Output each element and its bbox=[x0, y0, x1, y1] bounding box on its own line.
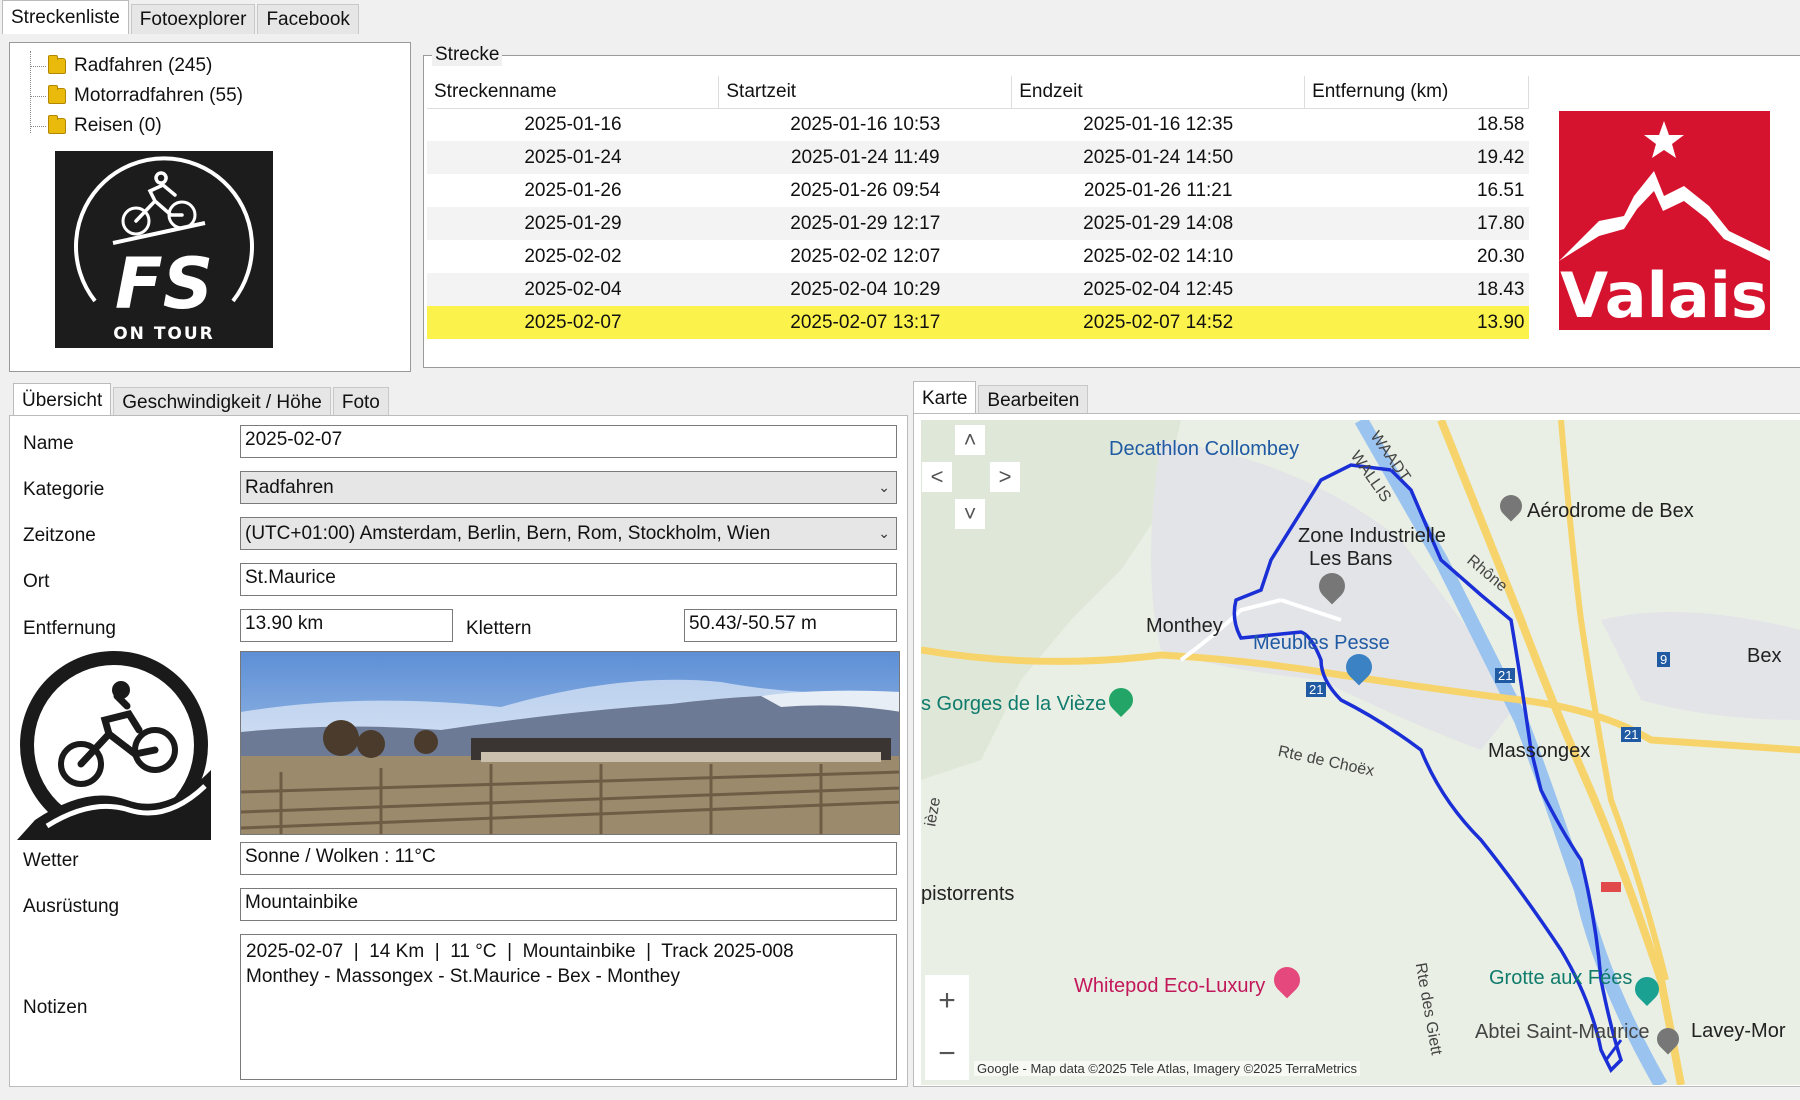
ort-field[interactable]: St.Maurice bbox=[240, 563, 897, 596]
klettern-field[interactable]: 50.43/-50.57 m bbox=[684, 609, 897, 642]
map-label-lavey: Lavey-Mor bbox=[1691, 1020, 1786, 1042]
valais-logo: Valais bbox=[1559, 111, 1770, 332]
mountain-bike-icon bbox=[17, 651, 211, 840]
map-label-whitepod: Whitepod Eco-Luxury bbox=[1074, 975, 1266, 997]
chevron-down-icon: ⌄ bbox=[878, 479, 890, 495]
map-label-massongex: Massongex bbox=[1488, 740, 1591, 762]
map-label-pistorrents: pistorrents bbox=[921, 883, 1015, 905]
name-field[interactable]: 2025-02-07 bbox=[240, 425, 897, 458]
folder-icon bbox=[48, 85, 66, 104]
map-attribution: Google - Map data ©2025 Tele Atlas, Imag… bbox=[974, 1061, 1360, 1076]
map-label-bex: Bex bbox=[1747, 645, 1782, 667]
detail-tab-bar: Übersicht Geschwindigkeit / Höhe Foto bbox=[13, 383, 391, 417]
table-row-selected[interactable]: 2025-02-07 2025-02-07 13:17 2025-02-07 14:… bbox=[427, 306, 1529, 339]
table-row[interactable]: 2025-02-04 2025-02-04 10:29 2025-02-04 12:… bbox=[427, 273, 1529, 306]
entfernung-label: Entfernung bbox=[23, 618, 116, 639]
strecke-group-label: Strecke bbox=[432, 44, 503, 66]
map-pan-left-button[interactable]: ˂ bbox=[922, 462, 952, 492]
ort-label: Ort bbox=[23, 571, 50, 592]
map-pan-right-button[interactable]: ˃ bbox=[990, 462, 1020, 492]
tree-item-label: Reisen (0) bbox=[74, 115, 162, 136]
tab-fotoexplorer[interactable]: Fotoexplorer bbox=[130, 4, 256, 34]
category-tree: Radfahren (245) Motorradfahren (55) Reis… bbox=[30, 51, 243, 141]
wetter-field[interactable]: Sonne / Wolken : 11°C bbox=[240, 842, 897, 875]
map-tab-bar: Karte Bearbeiten bbox=[913, 381, 1090, 415]
table-row[interactable]: 2025-01-29 2025-01-29 12:17 2025-01-29 14:… bbox=[427, 207, 1529, 240]
zoom-in-button[interactable]: + bbox=[938, 984, 956, 1018]
map-label-abtei: Abtei Saint-Maurice bbox=[1475, 1021, 1650, 1043]
table-row[interactable]: 2025-01-26 2025-01-26 09:54 2025-01-26 11:… bbox=[427, 174, 1529, 207]
landscape-photo bbox=[241, 652, 899, 834]
track-photo[interactable] bbox=[240, 651, 900, 835]
category-tree-panel: Radfahren (245) Motorradfahren (55) Reis… bbox=[9, 42, 411, 372]
name-label: Name bbox=[23, 433, 74, 454]
column-header-streckenname[interactable]: Streckenname bbox=[427, 76, 720, 109]
map-label-grotte: Grotte aux Fées bbox=[1489, 967, 1633, 989]
tab-facebook[interactable]: Facebook bbox=[257, 4, 359, 34]
tab-foto[interactable]: Foto bbox=[332, 387, 389, 417]
map-label-meubles: Meubles Pesse bbox=[1253, 632, 1390, 654]
tree-item-radfahren[interactable]: Radfahren (245) bbox=[30, 51, 243, 81]
map-label-aerodrome: Aérodrome de Bex bbox=[1527, 500, 1694, 522]
map-zoom-control: + − bbox=[925, 975, 969, 1080]
road-label-21: 21 bbox=[1306, 682, 1327, 697]
tree-item-reisen[interactable]: Reisen (0) bbox=[30, 111, 243, 141]
tab-karte[interactable]: Karte bbox=[913, 381, 977, 415]
fs-logo-graphic: FS ON TOUR bbox=[74, 156, 254, 344]
zeitzone-select[interactable]: (UTC+01:00) Amsterdam, Berlin, Bern, Rom… bbox=[240, 517, 897, 550]
map-label-decathlon: Decathlon Collombey bbox=[1109, 438, 1300, 460]
tree-item-label: Radfahren (245) bbox=[74, 55, 213, 76]
top-tab-bar: Streckenliste Fotoexplorer Facebook bbox=[2, 0, 361, 34]
zoom-out-button[interactable]: − bbox=[938, 1037, 956, 1071]
fs-logo-subtitle: ON TOUR bbox=[113, 324, 215, 344]
map-label-gorges: s Gorges de la Vièze bbox=[921, 693, 1107, 715]
table-row[interactable]: 2025-02-02 2025-02-02 12:07 2025-02-02 14:… bbox=[427, 240, 1529, 273]
klettern-label: Klettern bbox=[466, 618, 532, 639]
notizen-label: Notizen bbox=[23, 997, 88, 1018]
map-pan-up-button[interactable]: ˄ bbox=[955, 425, 985, 455]
map-label-zone: Zone Industrielle bbox=[1298, 525, 1446, 547]
road-label-21: 21 bbox=[1495, 668, 1516, 683]
tab-uebersicht[interactable]: Übersicht bbox=[13, 383, 112, 417]
table-header-row: Streckenname Startzeit Endzeit Entfernun… bbox=[427, 76, 1529, 109]
fs-logo-letters: FS bbox=[115, 243, 213, 325]
entfernung-field[interactable]: 13.90 km bbox=[240, 609, 453, 642]
tracks-table: Streckenname Startzeit Endzeit Entfernun… bbox=[427, 76, 1529, 339]
folder-icon bbox=[48, 55, 66, 74]
map-label-monthey: Monthey bbox=[1146, 615, 1223, 637]
tab-geschwindigkeit-hoehe[interactable]: Geschwindigkeit / Höhe bbox=[113, 387, 331, 417]
wetter-label: Wetter bbox=[23, 850, 79, 871]
valais-logo-graphic: Valais bbox=[1559, 121, 1770, 332]
ausruestung-label: Ausrüstung bbox=[23, 896, 120, 917]
map-view[interactable]: Decathlon Collombey WAADT WALLIS Aérodro… bbox=[921, 420, 1800, 1085]
valais-logo-text: Valais bbox=[1560, 259, 1768, 330]
table-row[interactable]: 2025-01-16 2025-01-16 10:53 2025-01-16 12:… bbox=[427, 108, 1529, 141]
tree-item-label: Motorradfahren (55) bbox=[74, 85, 243, 106]
folder-icon bbox=[48, 115, 66, 134]
tree-item-motorradfahren[interactable]: Motorradfahren (55) bbox=[30, 81, 243, 111]
column-header-entfernung[interactable]: Entfernung (km) bbox=[1304, 76, 1529, 109]
kategorie-label: Kategorie bbox=[23, 479, 105, 500]
tab-bearbeiten[interactable]: Bearbeiten bbox=[978, 385, 1089, 415]
zeitzone-label: Zeitzone bbox=[23, 525, 96, 546]
ausruestung-field[interactable]: Mountainbike bbox=[240, 888, 897, 921]
fs-on-tour-logo: FS ON TOUR bbox=[55, 151, 273, 348]
zeitzone-value: (UTC+01:00) Amsterdam, Berlin, Bern, Rom… bbox=[245, 522, 771, 544]
kategorie-select[interactable]: Radfahren ⌄ bbox=[240, 471, 897, 504]
road-label-21: 21 bbox=[1621, 727, 1642, 742]
column-header-startzeit[interactable]: Startzeit bbox=[718, 76, 1013, 109]
column-header-endzeit[interactable]: Endzeit bbox=[1011, 76, 1306, 109]
road-label-9: 9 bbox=[1657, 652, 1671, 667]
map-label-lesbans: Les Bans bbox=[1309, 548, 1393, 570]
notizen-textarea[interactable]: 2025-02-07 | 14 Km | 11 °C | Mountainbik… bbox=[240, 934, 897, 1080]
chevron-down-icon: ⌄ bbox=[878, 525, 890, 541]
kategorie-value: Radfahren bbox=[245, 476, 334, 498]
table-row[interactable]: 2025-01-24 2025-01-24 11:49 2025-01-24 14:… bbox=[427, 141, 1529, 174]
tab-streckenliste[interactable]: Streckenliste bbox=[2, 0, 129, 34]
map-pan-down-button[interactable]: ˅ bbox=[955, 499, 985, 529]
